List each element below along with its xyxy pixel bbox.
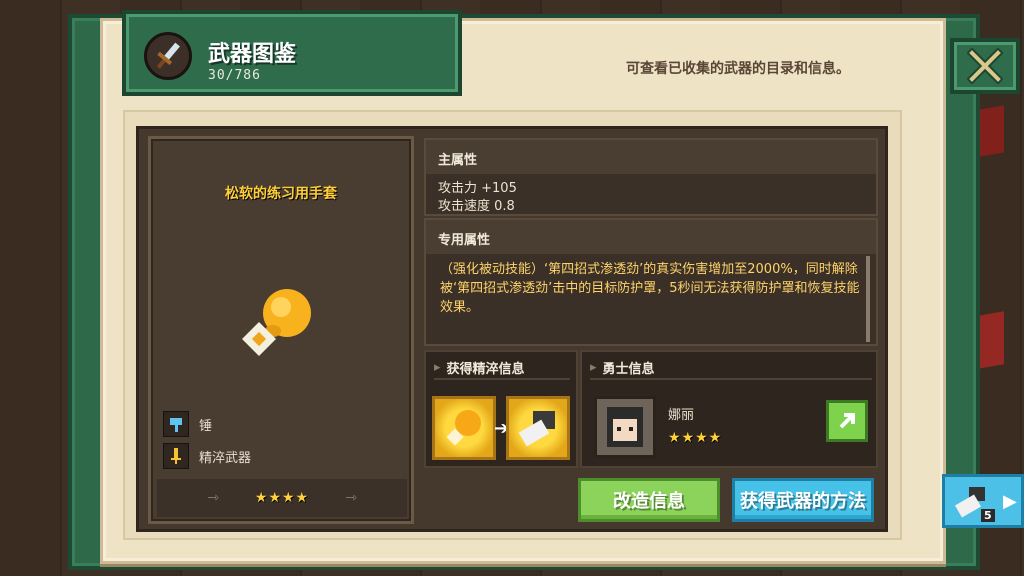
scrollbar[interactable] (866, 256, 870, 342)
header-description: 可查看已收集的武器的目录和信息。 (626, 61, 850, 77)
page-title: 武器图鉴 (208, 42, 297, 67)
sword-icon (144, 32, 192, 80)
main-stats-box: 主属性 攻击力 +105 攻击速度 0.8 (424, 138, 878, 216)
go-to-hero-button[interactable] (826, 400, 868, 442)
chevron-right-icon: ▸ (434, 360, 441, 375)
collection-count: 30/786 (208, 68, 261, 83)
hammer-type-icon (163, 411, 189, 437)
exclusive-description: （强化被动技能）‘第四招式渗透劲’的真实伤害增加至2000%，同时解除被‘第四招… (440, 262, 860, 315)
side-item-tab[interactable]: 5 ▶ (942, 474, 1024, 528)
left-arrow-decoration: ⇾ (207, 490, 219, 506)
weapon-category-row: 精淬武器 (163, 443, 251, 469)
hero-info-heading: ▸ 勇士信息 (590, 358, 655, 377)
hero-info-box: ▸ 勇士信息 娜丽 ★★★★ (580, 350, 878, 468)
base-weapon-card[interactable] (432, 396, 496, 460)
refined-weapon-card[interactable] (506, 396, 570, 460)
glove-icon (446, 410, 481, 446)
divider (590, 378, 872, 380)
exclusive-stats-box: 专用属性 （强化被动技能）‘第四招式渗透劲’的真实伤害增加至2000%，同时解除… (424, 218, 878, 346)
divider (434, 378, 570, 380)
hero-name: 娜丽 (668, 408, 695, 423)
refine-info-label: 获得精淬信息 (446, 362, 525, 377)
header-tab: 武器图鉴 30/786 (122, 10, 462, 96)
rarity-stars: ★★★★ (254, 490, 310, 506)
play-arrow-icon: ▶ (1003, 491, 1017, 512)
hero-info-label: 勇士信息 (602, 362, 655, 377)
weapon-name: 松软的练习用手套 (225, 186, 337, 202)
gauntlet-icon (518, 411, 555, 447)
refine-info-box: ▸ 获得精淬信息 ➔ (424, 350, 578, 468)
avatar (607, 407, 643, 447)
right-arrow-decoration: ⇾ (345, 490, 357, 506)
weapon-category-label: 精淬武器 (199, 450, 252, 466)
hero-stars: ★★★★ (668, 430, 723, 446)
chevron-right-icon: ▸ (590, 360, 597, 375)
refine-info-heading: ▸ 获得精淬信息 (434, 358, 525, 377)
obtain-weapon-button[interactable]: 获得武器的方法 (732, 478, 874, 522)
weapon-type-label: 锤 (199, 418, 213, 434)
item-count-badge: 5 (981, 509, 995, 522)
arrow-up-right-icon (839, 413, 855, 429)
hero-portrait[interactable] (594, 396, 656, 458)
weapon-type-row: 锤 (163, 411, 212, 437)
close-button[interactable] (950, 38, 1020, 94)
close-icon (967, 48, 1003, 84)
rarity-bar: ⇾ ★★★★ ⇾ (157, 479, 407, 517)
attack-speed-stat: 攻击速度 0.8 (438, 199, 515, 214)
refine-weapon-icon (163, 443, 189, 469)
glove-icon (237, 279, 327, 369)
main-stats-body: 攻击力 +105 攻击速度 0.8 (426, 174, 876, 222)
main-stats-heading: 主属性 (426, 140, 876, 174)
exclusive-heading: 专用属性 (426, 220, 876, 254)
weapon-detail-panel: 松软的练习用手套 锤 精淬武器 ⇾ ★★★★ ⇾ (148, 136, 414, 524)
modify-info-button[interactable]: 改造信息 (578, 478, 720, 522)
attack-stat: 攻击力 +105 (438, 181, 517, 196)
